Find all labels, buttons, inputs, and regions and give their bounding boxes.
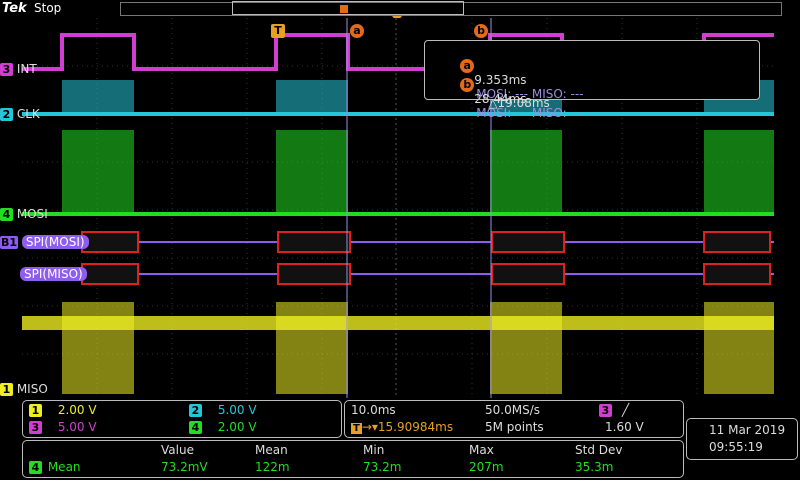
ch4-indicator[interactable]: 4	[0, 208, 13, 221]
record-length: 5M points	[485, 420, 544, 434]
measure-header-value: Value	[161, 443, 194, 457]
trigger-position-marker[interactable]: T	[271, 24, 285, 38]
ch3-scale-value: 5.00 V	[57, 420, 97, 434]
measure-type: Mean	[47, 460, 81, 474]
acquisition-status[interactable]: Stop	[34, 1, 61, 15]
measure-header-stddev: Std Dev	[575, 443, 623, 457]
ch1-scale-value: 2.00 V	[57, 403, 97, 417]
trigger-position-value: 15.90984ms	[377, 420, 454, 434]
ch2-scale-badge: 2	[189, 404, 202, 417]
ch3-name: INT	[16, 62, 37, 76]
measure-source[interactable]: 4 Mean	[29, 460, 81, 474]
measure-header-min: Min	[363, 443, 385, 457]
trigger-level: 1.60 V	[605, 420, 644, 434]
ch3-scale[interactable]: 3 5.00 V	[29, 420, 97, 434]
ch4-scale-badge: 4	[189, 421, 202, 434]
datetime-panel: 11 Mar 2019 09:55:19	[686, 418, 798, 460]
b1-name: SPI(MOSI)	[21, 235, 89, 249]
measure-value: 73.2mV	[161, 460, 208, 474]
ch4-name: MOSI	[16, 207, 48, 221]
trigger-source[interactable]: 3 ╱	[599, 403, 629, 417]
measurement-panel[interactable]: Value Mean Min Max Std Dev 4 Mean 73.2mV…	[22, 440, 684, 478]
date: 11 Mar 2019	[709, 423, 786, 437]
cursor-b-handle[interactable]: b	[474, 24, 488, 38]
measure-min: 73.2m	[363, 460, 402, 474]
measure-max: 207m	[469, 460, 504, 474]
b1-label[interactable]: B1 SPI(MOSI)	[0, 235, 89, 249]
ch4-scale[interactable]: 4 2.00 V	[189, 420, 257, 434]
ch4-label[interactable]: 4 MOSI	[0, 207, 48, 221]
trigger-position-icon: T	[351, 423, 362, 434]
cursor-readout-panel[interactable]: a 9.353ms MOSI: --- MISO: --- b 28.44ms …	[424, 40, 760, 120]
trigger-slope-icon: ╱	[621, 403, 630, 417]
ch2-scale[interactable]: 2 5.00 V	[189, 403, 257, 417]
ch2-name: CLK	[16, 107, 40, 121]
ch1-label[interactable]: 1 MISO	[0, 382, 48, 396]
ch1-name: MISO	[16, 382, 48, 396]
measure-stddev: 35.3m	[575, 460, 614, 474]
b1-miso-label[interactable]: SPI(MISO)	[20, 267, 87, 281]
ch4-scale-value: 2.00 V	[217, 420, 257, 434]
record-view-window[interactable]	[232, 1, 464, 15]
ch1-indicator[interactable]: 1	[0, 383, 13, 396]
record-trigger-marker	[340, 5, 348, 13]
trigger-source-badge: 3	[599, 404, 612, 417]
measure-header-mean: Mean	[255, 443, 288, 457]
ch1-scale[interactable]: 1 2.00 V	[29, 403, 97, 417]
ch3-scale-badge: 3	[29, 421, 42, 434]
ch4-trace	[22, 130, 774, 216]
time: 09:55:19	[709, 440, 763, 454]
measure-source-badge: 4	[29, 461, 42, 474]
b1-indicator[interactable]: B1	[0, 236, 18, 249]
ch1-trace	[22, 302, 774, 394]
top-bar: Tek Stop	[0, 0, 800, 22]
time-scale[interactable]: 10.0ms	[351, 403, 396, 417]
tek-logo: Tek	[2, 1, 27, 16]
cursor-a-handle[interactable]: a	[350, 24, 364, 38]
horizontal-trigger-panel[interactable]: 10.0ms 50.0MS/s 3 ╱ T →▾15.90984ms 5M poi…	[344, 400, 684, 438]
trigger-position[interactable]: T →▾15.90984ms	[351, 420, 453, 434]
measure-mean: 122m	[255, 460, 290, 474]
vertical-settings-panel[interactable]: 1 2.00 V 2 5.00 V 3 5.00 V 4 2.00 V	[22, 400, 342, 438]
ch2-indicator[interactable]: 2	[0, 108, 13, 121]
ch2-label[interactable]: 2 CLK	[0, 107, 40, 121]
measure-header-max: Max	[469, 443, 494, 457]
sample-rate: 50.0MS/s	[485, 403, 540, 417]
b1-miso-name: SPI(MISO)	[20, 267, 87, 281]
bus-b1-trace	[22, 231, 774, 285]
cursor-delta: △19.08ms	[488, 96, 550, 110]
ch1-scale-badge: 1	[29, 404, 42, 417]
ch2-scale-value: 5.00 V	[217, 403, 257, 417]
ch3-indicator[interactable]: 3	[0, 63, 13, 76]
ch3-label[interactable]: 3 INT	[0, 62, 37, 76]
